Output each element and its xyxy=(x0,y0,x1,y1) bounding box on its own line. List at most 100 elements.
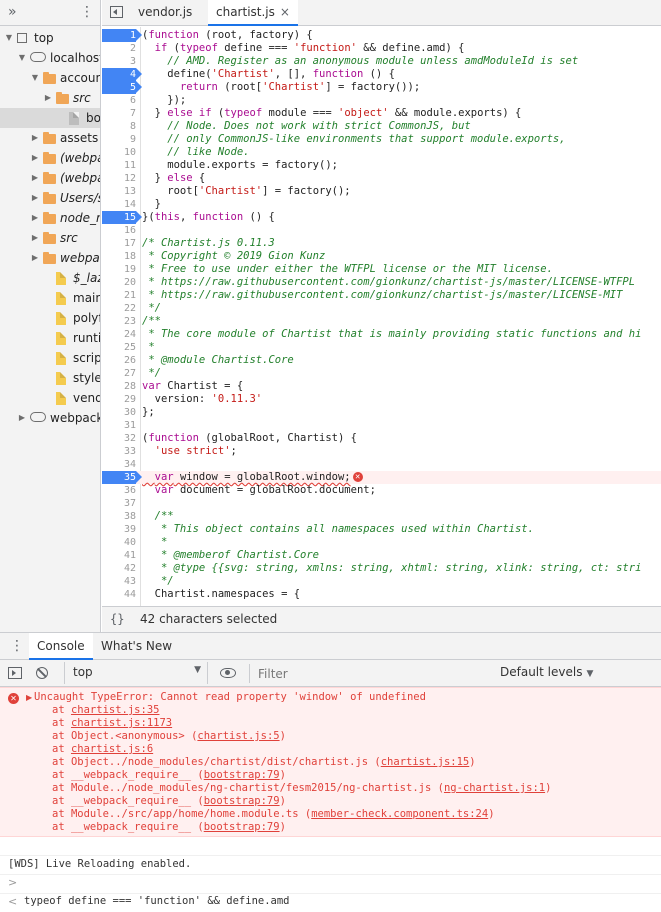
console-filter-input[interactable] xyxy=(249,664,481,683)
tree-item[interactable]: ▼ accoun xyxy=(0,68,100,88)
line-number[interactable]: 37 xyxy=(102,497,136,510)
expand-triangle-icon[interactable]: ▶ xyxy=(26,693,32,702)
stack-frame-link[interactable]: bootstrap:79 xyxy=(204,795,280,807)
tree-item[interactable]: ▶ Users/s xyxy=(0,188,100,208)
line-number[interactable]: 10 xyxy=(102,146,136,159)
line-number[interactable]: 41 xyxy=(102,549,136,562)
line-number[interactable]: 6 xyxy=(102,94,136,107)
line-number[interactable]: 9 xyxy=(102,133,136,146)
collapsed-arrow-icon[interactable]: ▶ xyxy=(30,208,40,228)
line-number[interactable]: 21 xyxy=(102,289,136,302)
tab-whats-new[interactable]: What's New xyxy=(93,633,180,660)
line-number[interactable]: 33 xyxy=(102,445,136,458)
stack-frame-link[interactable]: chartist.js:35 xyxy=(71,704,160,716)
stack-frame-link[interactable]: chartist.js:15 xyxy=(381,756,470,768)
pretty-print-button[interactable]: {} xyxy=(110,612,124,626)
toggle-navigator-icon[interactable] xyxy=(110,6,123,18)
line-number[interactable]: 2 xyxy=(102,42,136,55)
tree-item[interactable]: vendor. xyxy=(0,388,100,408)
line-number[interactable]: 12 xyxy=(102,172,136,185)
tree-item[interactable]: runtime xyxy=(0,328,100,348)
tree-item[interactable]: ▶ src xyxy=(0,88,100,108)
line-number[interactable]: 29 xyxy=(102,393,136,406)
line-number[interactable]: 24 xyxy=(102,328,136,341)
line-number[interactable]: 31 xyxy=(102,419,136,432)
tree-item[interactable]: styles.js xyxy=(0,368,100,388)
tree-item[interactable]: ▶ (webpa xyxy=(0,168,100,188)
log-levels-dropdown[interactable]: Default levels ▼ xyxy=(500,665,593,679)
drawer-menu-icon[interactable]: ⋮ xyxy=(10,638,24,654)
live-expression-eye-icon[interactable] xyxy=(220,668,236,678)
breakpoint-line-number[interactable]: 1 xyxy=(102,29,142,42)
context-selector[interactable]: top ▼ xyxy=(64,662,208,684)
stack-frame-link[interactable]: chartist.js:5 xyxy=(197,730,279,742)
line-number[interactable]: 13 xyxy=(102,185,136,198)
collapsed-arrow-icon[interactable]: ▶ xyxy=(43,88,53,108)
show-console-sidebar-icon[interactable] xyxy=(8,667,22,679)
breakpoint-line-number[interactable]: 35 xyxy=(102,471,142,484)
tree-item[interactable]: scripts. xyxy=(0,348,100,368)
close-tab-icon[interactable]: × xyxy=(280,5,290,19)
line-number[interactable]: 36 xyxy=(102,484,136,497)
line-number[interactable]: 34 xyxy=(102,458,136,471)
line-number[interactable]: 42 xyxy=(102,562,136,575)
tree-item[interactable]: $_lazy_ xyxy=(0,268,100,288)
stack-frame-link[interactable]: bootstrap:79 xyxy=(204,821,280,833)
line-number[interactable]: 20 xyxy=(102,276,136,289)
tree-item[interactable]: ▶ (webpa xyxy=(0,148,100,168)
error-icon[interactable]: ✕ xyxy=(352,472,363,482)
collapsed-arrow-icon[interactable]: ▶ xyxy=(30,168,40,188)
stack-frame-link[interactable]: bootstrap:79 xyxy=(204,769,280,781)
line-number[interactable]: 11 xyxy=(102,159,136,172)
collapsed-arrow-icon[interactable]: ▶ xyxy=(17,408,27,428)
line-number[interactable]: 7 xyxy=(102,107,136,120)
tab-console[interactable]: Console xyxy=(29,633,93,660)
stack-frame-link[interactable]: member-check.component.ts:24 xyxy=(311,808,488,820)
line-number[interactable]: 39 xyxy=(102,523,136,536)
navigator-menu-icon[interactable]: ⋮ xyxy=(80,4,94,20)
code-view[interactable]: 1 (function (root, factory) {2 if (typeof… xyxy=(102,27,661,606)
line-number[interactable]: 43 xyxy=(102,575,136,588)
line-number[interactable]: 27 xyxy=(102,367,136,380)
expanded-arrow-icon[interactable]: ▼ xyxy=(4,28,14,48)
clear-console-icon[interactable] xyxy=(36,667,48,679)
tree-item[interactable]: ▶ webpack: xyxy=(0,408,100,428)
tree-item[interactable]: book xyxy=(0,108,100,128)
collapsed-arrow-icon[interactable]: ▶ xyxy=(30,148,40,168)
line-number[interactable]: 32 xyxy=(102,432,136,445)
tree-item[interactable]: ▶ webpac xyxy=(0,248,100,268)
line-number[interactable]: 14 xyxy=(102,198,136,211)
line-number[interactable]: 22 xyxy=(102,302,136,315)
breakpoint-line-number[interactable]: 5 xyxy=(102,81,142,94)
line-number[interactable]: 23 xyxy=(102,315,136,328)
stack-frame-link[interactable]: ng-chartist.js:1 xyxy=(444,782,545,794)
tab-vendor-js[interactable]: vendor.js xyxy=(130,0,200,26)
breakpoint-line-number[interactable]: 15 xyxy=(102,211,142,224)
line-number[interactable]: 25 xyxy=(102,341,136,354)
line-number[interactable]: 30 xyxy=(102,406,136,419)
breakpoint-line-number[interactable]: 4 xyxy=(102,68,142,81)
stack-frame-link[interactable]: chartist.js:6 xyxy=(71,743,153,755)
line-number[interactable]: 8 xyxy=(102,120,136,133)
console-prompt[interactable]: > xyxy=(0,894,661,912)
line-number[interactable]: 44 xyxy=(102,588,136,601)
collapsed-arrow-icon[interactable]: ▶ xyxy=(30,188,40,208)
tree-item[interactable]: ▼ top xyxy=(0,28,100,48)
line-number[interactable]: 28 xyxy=(102,380,136,393)
line-number[interactable]: 26 xyxy=(102,354,136,367)
line-number[interactable]: 19 xyxy=(102,263,136,276)
line-number[interactable]: 40 xyxy=(102,536,136,549)
tree-item[interactable]: ▶ assets xyxy=(0,128,100,148)
stack-frame-link[interactable]: chartist.js:1173 xyxy=(71,717,172,729)
collapsed-arrow-icon[interactable]: ▶ xyxy=(30,128,40,148)
line-number[interactable]: 3 xyxy=(102,55,136,68)
line-number[interactable]: 18 xyxy=(102,250,136,263)
expanded-arrow-icon[interactable]: ▼ xyxy=(30,68,40,88)
collapsed-arrow-icon[interactable]: ▶ xyxy=(30,248,40,268)
tree-item[interactable]: polyfills xyxy=(0,308,100,328)
tree-item[interactable]: ▶ src xyxy=(0,228,100,248)
line-number[interactable]: 16 xyxy=(102,224,136,237)
tab-chartist-js[interactable]: chartist.js × xyxy=(208,0,298,26)
line-number[interactable]: 38 xyxy=(102,510,136,523)
collapsed-arrow-icon[interactable]: ▶ xyxy=(30,228,40,248)
